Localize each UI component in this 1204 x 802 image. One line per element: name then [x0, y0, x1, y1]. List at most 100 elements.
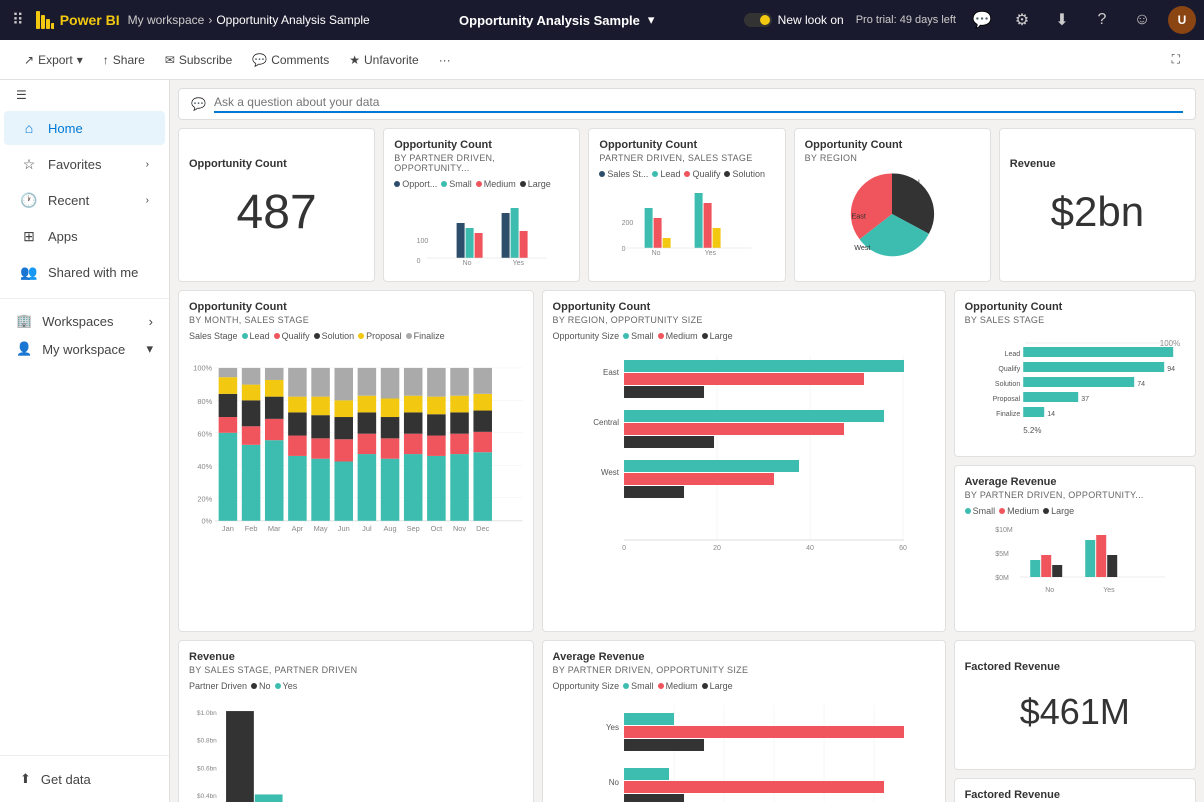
sidebar-item-shared[interactable]: 👥 Shared with me	[4, 255, 165, 289]
revenue-sales-stage-legend: Partner Driven No Yes	[189, 681, 523, 691]
workspaces-label: Workspaces	[42, 314, 113, 329]
workspaces-icon: 🏢	[16, 313, 32, 329]
avatar[interactable]: U	[1168, 6, 1196, 34]
svg-text:East: East	[603, 368, 620, 377]
opp-count-title: Opportunity Count	[189, 158, 364, 170]
month-stacked-chart: 100% 80% 60% 40% 20% 0%	[189, 345, 523, 540]
svg-text:Qualify: Qualify	[998, 366, 1020, 373]
opp-count-sales-title: Opportunity Count	[599, 139, 774, 151]
comments-button[interactable]: 💬 Comments	[244, 49, 337, 71]
svg-text:94: 94	[1167, 366, 1175, 373]
factored-revenue-value: $461M	[965, 675, 1185, 749]
partner-chart: 0 100 No	[394, 193, 569, 268]
favorites-label: Favorites	[48, 157, 101, 172]
svg-text:0: 0	[622, 246, 626, 253]
fullscreen-icon: ⛶	[1172, 52, 1180, 67]
opp-count-partner-title: Opportunity Count	[394, 139, 569, 151]
sidebar-workspaces-header[interactable]: 🏢 Workspaces ›	[0, 307, 169, 335]
svg-text:Yes: Yes	[705, 250, 717, 257]
sidebar: ☰ ⌂ Home ☆ Favorites › 🕐 Recent › ⊞ Apps…	[0, 80, 170, 802]
toggle-pill	[744, 13, 772, 27]
avg-revenue-partner-subtitle: BY PARTNER DRIVEN, OPPORTUNITY...	[965, 490, 1185, 500]
toolbar: ↗ Export ▾ ↑ Share ✉ Subscribe 💬 Comment…	[0, 40, 1204, 80]
revenue-sales-chart: $1.0bn $0.8bn $0.6bn $0.4bn $0.2bn $0.0b…	[189, 695, 523, 802]
subscribe-button[interactable]: ✉ Subscribe	[157, 49, 240, 71]
opp-count-sales-subtitle: PARTNER DRIVEN, SALES STAGE	[599, 153, 774, 163]
sales-pct-chart: 100% Lead Qualify 94 Solution 74	[965, 331, 1185, 457]
export-icon: ↗	[24, 53, 34, 67]
download-icon[interactable]: ⬇	[1048, 6, 1076, 34]
more-icon: ···	[439, 53, 451, 67]
sidebar-item-recent[interactable]: 🕐 Recent ›	[4, 183, 165, 217]
help-icon[interactable]: ?	[1088, 6, 1116, 34]
nav-right: New look on Pro trial: 49 days left 💬 ⚙ …	[744, 6, 1196, 34]
sidebar-item-home[interactable]: ⌂ Home	[4, 111, 165, 145]
svg-text:Sep: Sep	[407, 524, 420, 533]
opp-count-partner-subtitle: BY PARTNER DRIVEN, OPPORTUNITY...	[394, 153, 569, 173]
feedback-icon[interactable]: ☺	[1128, 6, 1156, 34]
star-icon: ★	[349, 53, 360, 67]
shared-label: Shared with me	[48, 265, 138, 280]
svg-text:Yes: Yes	[606, 723, 619, 732]
comments-label: Comments	[271, 53, 329, 67]
hamburger-menu[interactable]: ⠿	[8, 6, 28, 34]
main-layout: ☰ ⌂ Home ☆ Favorites › 🕐 Recent › ⊞ Apps…	[0, 80, 1204, 802]
power-bi-logo: Power BI	[36, 11, 120, 29]
factored-revenue-size-title: Factored Revenue	[965, 789, 1185, 801]
svg-text:20%: 20%	[197, 494, 212, 503]
svg-text:Nov: Nov	[453, 524, 466, 533]
opp-count-region-size-legend: Opportunity Size Small Medium Large	[553, 331, 935, 341]
svg-text:Yes: Yes	[1103, 587, 1115, 594]
recent-label: Recent	[48, 193, 89, 208]
svg-text:$0M: $0M	[995, 575, 1009, 582]
opp-count-month-subtitle: BY MONTH, SALES STAGE	[189, 315, 523, 325]
svg-text:20: 20	[713, 545, 721, 552]
workspace-link[interactable]: My workspace	[128, 13, 205, 27]
svg-text:Central: Central	[593, 418, 619, 427]
avg-revenue-partner-size-title: Average Revenue	[553, 651, 935, 663]
get-data-button[interactable]: ⬆ Get data	[12, 765, 157, 793]
svg-text:Solution: Solution	[994, 381, 1019, 388]
sidebar-item-apps[interactable]: ⊞ Apps	[4, 219, 165, 253]
chevron-down-icon[interactable]: ▾	[648, 12, 655, 28]
svg-text:No: No	[608, 778, 619, 787]
more-options-button[interactable]: ···	[431, 49, 459, 71]
avg-revenue-partner-size-legend: Opportunity Size Small Medium Large	[553, 681, 935, 691]
myworkspace-arrow: ▾	[146, 341, 153, 357]
share-button[interactable]: ↑ Share	[95, 49, 153, 71]
subscribe-icon: ✉	[165, 53, 175, 67]
sidebar-item-favorites[interactable]: ☆ Favorites ›	[4, 147, 165, 181]
sidebar-collapse-toggle[interactable]: ☰	[0, 80, 169, 110]
share-label: Share	[113, 53, 145, 67]
qa-icon: 💬	[191, 97, 206, 111]
svg-text:80%: 80%	[197, 397, 212, 406]
svg-text:No: No	[463, 260, 472, 267]
content-area: 💬 Opportunity Count 487 Opportunity Coun…	[170, 80, 1204, 802]
opp-count-month-legend: Sales Stage Lead Qualify Solution Propos…	[189, 331, 523, 341]
opp-count-region-card: Opportunity Count BY REGION Central East…	[794, 128, 991, 282]
qa-bar[interactable]: 💬	[178, 88, 1196, 120]
notifications-icon[interactable]: 💬	[968, 6, 996, 34]
apps-icon: ⊞	[20, 227, 38, 245]
opp-count-region-size-subtitle: BY REGION, OPPORTUNITY SIZE	[553, 315, 935, 325]
opp-count-month-title: Opportunity Count	[189, 301, 523, 313]
svg-text:$5M: $5M	[995, 551, 1009, 558]
region-pie-chart: Central East West	[847, 169, 937, 259]
unfavorite-button[interactable]: ★ Unfavorite	[341, 49, 426, 71]
opp-count-region-title: Opportunity Count	[805, 139, 980, 151]
sidebar-myworkspace-header[interactable]: 👤 My workspace ▾	[0, 335, 169, 363]
export-button[interactable]: ↗ Export ▾	[16, 49, 91, 71]
svg-text:Mar: Mar	[268, 524, 281, 533]
new-look-toggle[interactable]: New look on	[744, 13, 844, 27]
svg-text:Jul: Jul	[362, 524, 372, 533]
revenue-sales-stage-title: Revenue	[189, 651, 523, 663]
svg-text:Oct: Oct	[431, 524, 443, 533]
settings-icon[interactable]: ⚙	[1008, 6, 1036, 34]
svg-text:East: East	[852, 212, 866, 221]
fullscreen-button[interactable]: ⛶	[1164, 48, 1188, 71]
svg-text:Lead: Lead	[1004, 351, 1020, 358]
svg-text:$0.4bn: $0.4bn	[197, 793, 217, 800]
svg-text:Finalize: Finalize	[996, 411, 1020, 418]
svg-text:West: West	[600, 468, 619, 477]
qa-input[interactable]	[214, 95, 1183, 113]
